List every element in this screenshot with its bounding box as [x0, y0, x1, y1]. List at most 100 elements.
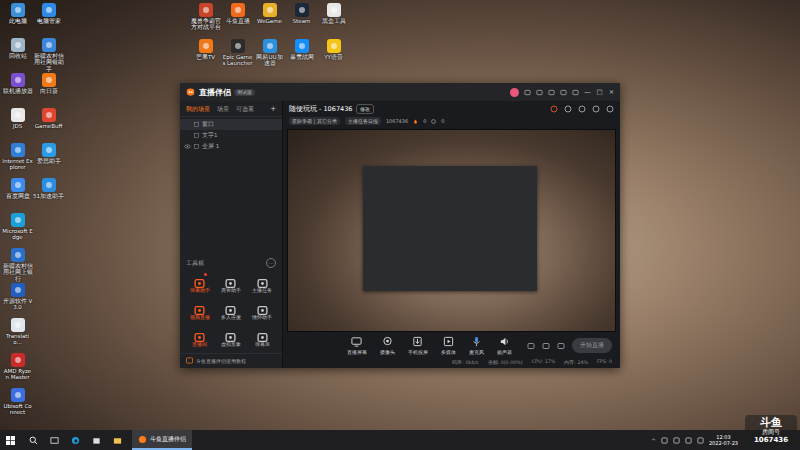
- header-tool-icon[interactable]: [550, 105, 558, 113]
- tray-icon[interactable]: [697, 437, 704, 444]
- desktop-icon[interactable]: 开源软件 V3.0: [2, 283, 33, 317]
- desktop-icon[interactable]: 联机播放器: [2, 73, 33, 107]
- task-view-icon[interactable]: [50, 436, 59, 445]
- layer-list: 窗口 文字1 全屏 1: [180, 117, 282, 152]
- layer-row[interactable]: 窗口: [180, 119, 282, 130]
- desktop-icon[interactable]: 此电脑: [2, 3, 33, 37]
- tray-icon[interactable]: [661, 437, 668, 444]
- desktop-icon-label: WeGame: [254, 18, 285, 24]
- desktop-screen: 此电脑 回收站 联机播放器 JDS Internet Explorer 百度网盘…: [0, 0, 800, 450]
- tray-expand-button[interactable]: ^: [651, 437, 656, 444]
- app-icon: [42, 143, 56, 157]
- header-tool-icon[interactable]: [578, 105, 586, 113]
- app-icon: [199, 39, 213, 53]
- desktop-icon[interactable]: 斗鱼直播: [222, 3, 253, 37]
- desktop-icon[interactable]: Microsoft Edge: [2, 213, 33, 247]
- desktop-icon[interactable]: 向日葵: [33, 73, 64, 107]
- desktop-icon[interactable]: GameBuff: [33, 108, 64, 142]
- desktop-icon[interactable]: 魔兽争霸官方对战平台: [190, 3, 221, 37]
- avatar-icon[interactable]: [510, 88, 519, 97]
- desktop-icon[interactable]: 51加速助手: [33, 178, 64, 212]
- title-tool-icon[interactable]: [524, 89, 531, 96]
- source-button[interactable]: 直播屏幕: [347, 336, 367, 355]
- title-tool-icon[interactable]: [536, 89, 543, 96]
- tool-item[interactable]: 虚拟形象: [215, 328, 246, 347]
- file-explorer-icon[interactable]: [113, 436, 122, 445]
- category-tag[interactable]: 星际争霸 | 其它分类: [289, 117, 340, 125]
- tool-item[interactable]: 弹幕助手: [184, 274, 215, 293]
- scene-tab[interactable]: 可选素: [236, 106, 254, 113]
- source-button[interactable]: 扬声器: [497, 336, 512, 355]
- title-tool-icon[interactable]: [560, 89, 567, 96]
- header-tool-icon[interactable]: [592, 105, 600, 113]
- tool-item[interactable]: 主播任务: [247, 274, 278, 293]
- tool-item[interactable]: 情怀助手: [247, 301, 278, 320]
- window-control[interactable]: —: [584, 88, 591, 96]
- add-scene-button[interactable]: +: [270, 105, 276, 113]
- edge-icon[interactable]: [71, 436, 80, 445]
- header-tool-icon[interactable]: [564, 105, 572, 113]
- desktop-icon[interactable]: WeGame: [254, 3, 285, 37]
- title-actions: — □ ×: [510, 88, 615, 97]
- desktop-icon[interactable]: 爱思助手: [33, 143, 64, 177]
- desktop-icon[interactable]: 新疆农村信用社网上银行: [2, 248, 33, 282]
- toolbar-action-icon[interactable]: [542, 342, 550, 350]
- edit-button[interactable]: 修改: [356, 104, 374, 114]
- tray-icon[interactable]: [673, 437, 680, 444]
- desktop-icon[interactable]: JDS: [2, 108, 33, 142]
- title-tool-icon[interactable]: [548, 89, 555, 96]
- desktop-icon[interactable]: Epic Games Launcher: [222, 39, 253, 73]
- layer-row[interactable]: 全屏 1: [180, 141, 282, 152]
- clock[interactable]: 12:03 2022-07-23: [709, 434, 738, 446]
- scene-tab[interactable]: 我的场景: [186, 106, 210, 113]
- toolbox-header: 工具箱 …: [180, 256, 282, 270]
- source-button[interactable]: 手机投屏: [408, 336, 428, 355]
- tool-item[interactable]: 多人连麦: [215, 301, 246, 320]
- desktop-icon[interactable]: AMD Ryzen Master: [2, 353, 33, 387]
- tool-item[interactable]: 直播间: [184, 328, 215, 347]
- source-button[interactable]: 多媒体: [441, 336, 456, 355]
- store-icon[interactable]: [92, 436, 101, 445]
- window-control[interactable]: □: [596, 88, 603, 96]
- desktop-icon[interactable]: YY语音: [318, 39, 349, 73]
- start-live-button[interactable]: 开始直播: [572, 338, 612, 353]
- layer-row[interactable]: 文字1: [180, 130, 282, 141]
- desktop-icon[interactable]: Steam: [286, 3, 317, 37]
- room-info-row: 星际争霸 | 其它分类 主播任务日报 1067436 0 0: [289, 117, 614, 125]
- source-button[interactable]: 摄像头: [380, 336, 395, 355]
- window-control[interactable]: ×: [608, 88, 615, 96]
- desktop-icon[interactable]: Translatio...: [2, 318, 33, 352]
- app-glyph-icon: [46, 112, 52, 118]
- tool-item[interactable]: 房管助手: [215, 274, 246, 293]
- taskbar-app[interactable]: 斗鱼直播伴侣: [132, 430, 192, 450]
- desktop-icon[interactable]: Internet Explorer: [2, 143, 33, 177]
- header-tool-icon[interactable]: [606, 105, 614, 113]
- windows-start-icon[interactable]: [6, 436, 15, 445]
- desktop-icon[interactable]: Ubisoft Connect: [2, 388, 33, 422]
- desktop-icon[interactable]: 芒果TV: [190, 39, 221, 73]
- toolbox-more-button[interactable]: …: [266, 258, 276, 268]
- desktop-icon[interactable]: 暴雪战网: [286, 39, 317, 73]
- tutorial-link[interactable]: 斗鱼直播伴侣使用教程: [180, 353, 282, 368]
- scene-tab[interactable]: 场景: [217, 106, 229, 113]
- desktop-icon[interactable]: 网易UU加速器: [254, 39, 285, 73]
- desktop-icon[interactable]: 黑盒工具: [318, 3, 349, 37]
- app-glyph-icon: [46, 182, 52, 188]
- title-tool-icon[interactable]: [572, 89, 579, 96]
- source-button[interactable]: 麦克风: [469, 336, 484, 355]
- task-tag[interactable]: 主播任务日报: [345, 117, 381, 125]
- toolbar-action-icon[interactable]: [527, 342, 535, 350]
- toolbar-action-icon[interactable]: [557, 342, 565, 350]
- desktop-icon[interactable]: 新疆农村信用社网银助手: [33, 38, 64, 72]
- desktop-icon[interactable]: 电脑管家: [33, 3, 64, 37]
- tray-icon[interactable]: [685, 437, 692, 444]
- taskbar-app-label: 斗鱼直播伴侣: [150, 435, 186, 444]
- tool-item[interactable]: 视频直播: [184, 301, 215, 320]
- desktop-icon-label: Translatio...: [2, 333, 33, 346]
- desktop-icon[interactable]: 百度网盘: [2, 178, 33, 212]
- search-icon[interactable]: [29, 436, 38, 445]
- tool-item[interactable]: 弹幕库: [247, 328, 278, 347]
- desktop-icon-column: 此电脑 回收站 联机播放器 JDS Internet Explorer 百度网盘…: [2, 3, 33, 422]
- eye-icon[interactable]: [184, 144, 191, 149]
- desktop-icon[interactable]: 回收站: [2, 38, 33, 72]
